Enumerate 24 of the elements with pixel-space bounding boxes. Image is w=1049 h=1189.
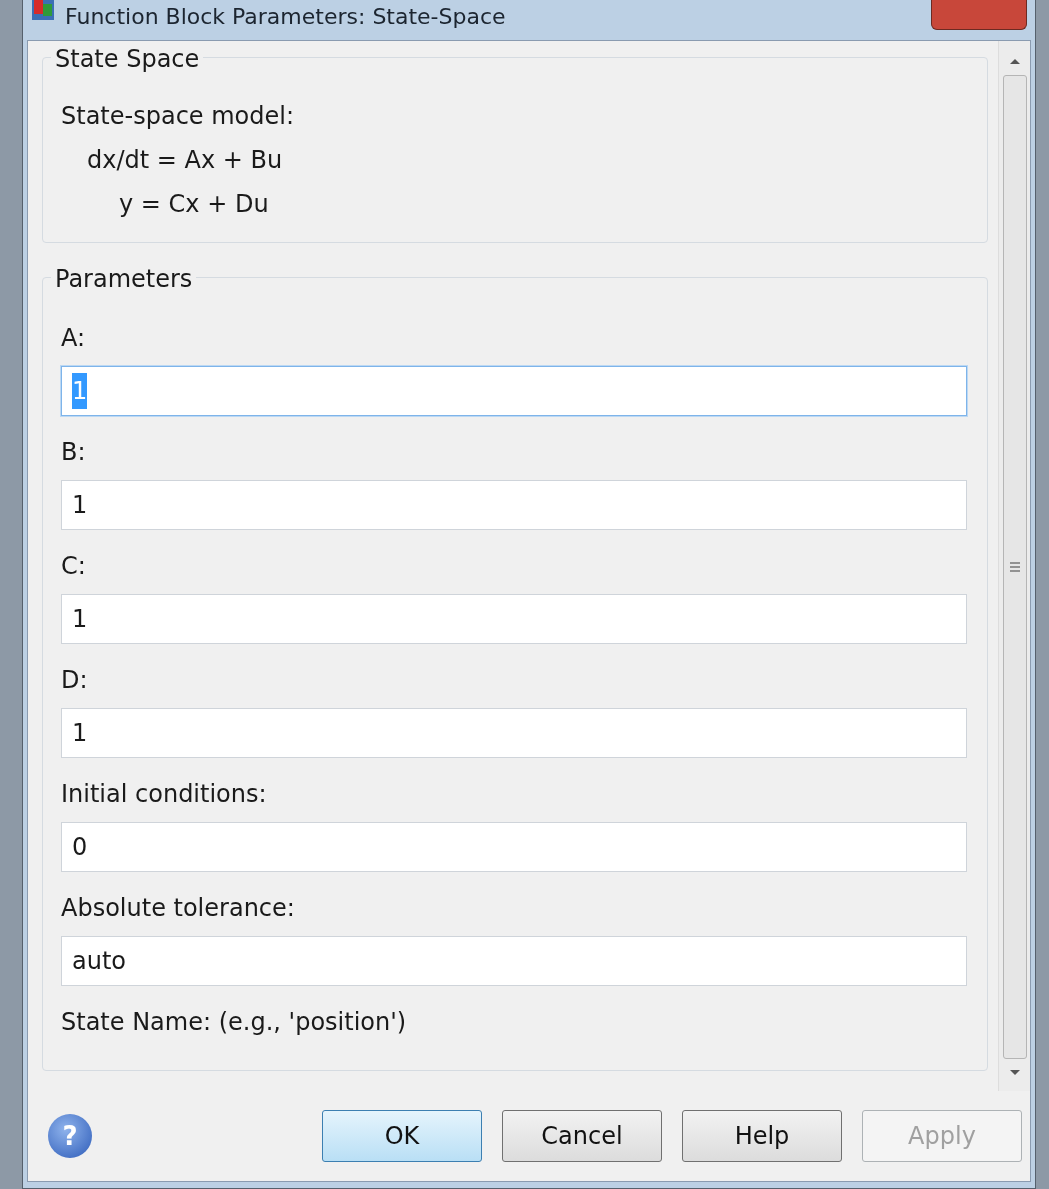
window-title: Function Block Parameters: State-Space bbox=[65, 3, 506, 31]
equation: y = Cx + Du bbox=[118, 189, 270, 220]
field-label: C: bbox=[61, 551, 87, 582]
dialog-button[interactable]: Help bbox=[682, 1110, 842, 1162]
app-icon bbox=[31, 0, 55, 22]
input-field[interactable]: 1 bbox=[61, 480, 967, 530]
input-field[interactable]: 0 bbox=[61, 822, 967, 872]
scrollbar[interactable] bbox=[998, 41, 1030, 1091]
field-label: State Name: (e.g., 'position') bbox=[61, 1007, 408, 1038]
field-label: D: bbox=[61, 665, 89, 696]
input-field[interactable]: auto bbox=[61, 936, 967, 986]
equation: dx/dt = Ax + Bu bbox=[86, 145, 284, 176]
close-button[interactable] bbox=[931, 0, 1027, 30]
grip-icon bbox=[1008, 561, 1021, 573]
field-label: Absolute tolerance: bbox=[61, 893, 296, 924]
model-heading: State-space model: bbox=[61, 101, 296, 132]
dialog-button[interactable]: Cancel bbox=[502, 1110, 662, 1162]
field-label: Initial conditions: bbox=[61, 779, 268, 810]
dialog-button[interactable]: OK bbox=[322, 1110, 482, 1162]
field-label: B: bbox=[61, 437, 87, 468]
scrollbar-thumb[interactable] bbox=[1002, 75, 1027, 1059]
field-label: A: bbox=[61, 323, 87, 354]
input-field[interactable]: 1 bbox=[61, 708, 967, 758]
input-field[interactable]: 1 bbox=[61, 594, 967, 644]
